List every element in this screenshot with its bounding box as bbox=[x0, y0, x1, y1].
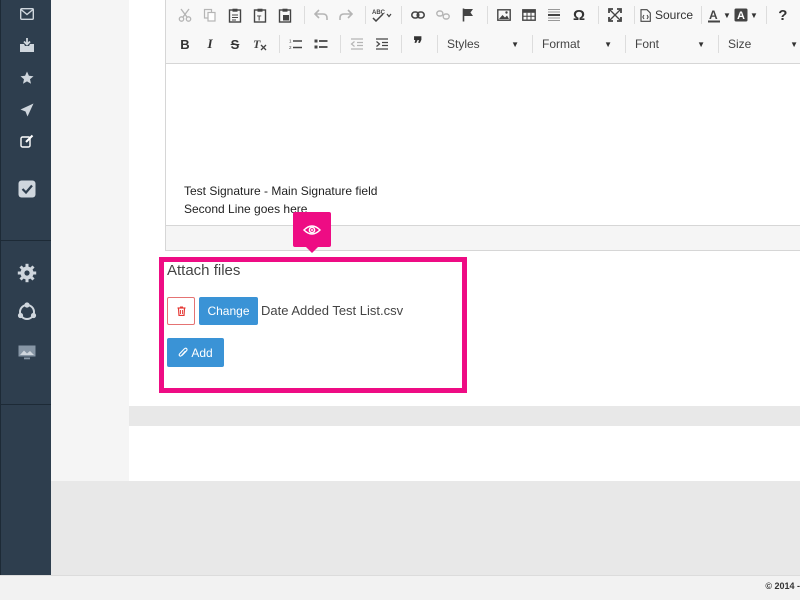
svg-text:1: 1 bbox=[289, 39, 292, 44]
copyright-text: © 2014 - bbox=[765, 581, 800, 591]
horizontal-line-icon[interactable] bbox=[543, 4, 565, 26]
image-icon[interactable] bbox=[493, 4, 515, 26]
chevron-down-icon: ▼ bbox=[511, 39, 519, 49]
chevron-down-icon: ▼ bbox=[723, 10, 731, 20]
paste-word-icon[interactable] bbox=[274, 4, 296, 26]
svg-text:ABC: ABC bbox=[372, 10, 386, 16]
toolbar-separator bbox=[625, 35, 626, 53]
anchor-flag-icon[interactable] bbox=[457, 4, 479, 26]
page-footer bbox=[0, 575, 800, 600]
chevron-down-icon: ▼ bbox=[790, 39, 798, 49]
bulleted-list-icon[interactable] bbox=[310, 33, 332, 55]
toolbar-row-2: B I S T 12 ❞ Styles ▼ Format ▼ Font ▼ Si… bbox=[174, 31, 800, 57]
chevron-down-icon: ▼ bbox=[749, 10, 758, 20]
text-color-button[interactable]: A ▼ bbox=[707, 4, 731, 26]
size-label: Size bbox=[728, 37, 752, 51]
rich-text-editor: T ABC Ω Source A ▼ A ▼ ? B I S T 1 2 ❞ S… bbox=[165, 0, 800, 251]
toolbar-separator bbox=[765, 6, 767, 24]
signature-line-2: Second Line goes here bbox=[184, 202, 308, 216]
undo-icon[interactable] bbox=[310, 4, 332, 26]
copy-icon[interactable] bbox=[199, 4, 221, 26]
toolbar-separator bbox=[487, 6, 488, 24]
strikethrough-button[interactable]: S bbox=[224, 33, 246, 55]
maximize-icon[interactable] bbox=[604, 4, 626, 26]
source-icon bbox=[640, 8, 651, 22]
italic-button[interactable]: I bbox=[199, 33, 221, 55]
remove-format-icon[interactable]: T bbox=[249, 33, 271, 55]
section-separator bbox=[129, 406, 800, 426]
paper-plane-icon[interactable] bbox=[1, 100, 52, 120]
signature-line-1: Test Signature - Main Signature field bbox=[184, 184, 378, 198]
content-gutter bbox=[51, 0, 129, 481]
text-color-icon: A bbox=[708, 8, 721, 22]
envelope-icon[interactable] bbox=[1, 4, 52, 24]
redo-icon[interactable] bbox=[335, 4, 357, 26]
format-dropdown[interactable]: Format ▼ bbox=[538, 33, 616, 55]
star-icon[interactable] bbox=[1, 68, 52, 88]
sidebar-divider bbox=[1, 404, 52, 405]
svg-text:T: T bbox=[257, 15, 262, 22]
editor-resize-bar[interactable] bbox=[166, 225, 800, 251]
svg-text:A: A bbox=[709, 8, 718, 22]
bg-color-button[interactable]: A ▼ bbox=[734, 4, 758, 26]
bg-color-icon: A bbox=[734, 8, 748, 22]
chevron-down-icon: ▼ bbox=[604, 39, 612, 49]
toolbar-separator bbox=[401, 6, 402, 24]
toolbar-separator bbox=[437, 35, 438, 53]
toolbar-separator bbox=[304, 6, 305, 24]
svg-text:A: A bbox=[737, 10, 745, 22]
image-monitor-icon[interactable] bbox=[1, 342, 52, 362]
toolbar-separator bbox=[532, 35, 533, 53]
nodes-icon[interactable] bbox=[1, 300, 52, 324]
editor-toolbar: T ABC Ω Source A ▼ A ▼ ? B I S T 1 2 ❞ S… bbox=[166, 0, 800, 64]
paste-text-icon[interactable]: T bbox=[249, 4, 271, 26]
edit-icon[interactable] bbox=[1, 131, 52, 151]
signature-text: Test Signature - Main Signature field Se… bbox=[184, 182, 377, 218]
toolbar-separator bbox=[701, 6, 703, 24]
format-label: Format bbox=[542, 37, 581, 51]
gear-icon[interactable] bbox=[1, 261, 52, 285]
bold-button[interactable]: B bbox=[174, 33, 196, 55]
unlink-icon[interactable] bbox=[432, 4, 454, 26]
font-label: Font bbox=[635, 37, 660, 51]
sidebar-divider bbox=[1, 240, 52, 241]
special-char-icon[interactable]: Ω bbox=[568, 4, 590, 26]
editor-content-area[interactable]: Test Signature - Main Signature field Se… bbox=[166, 64, 800, 225]
source-label: Source bbox=[655, 8, 694, 22]
source-button[interactable]: Source bbox=[640, 4, 693, 26]
toolbar-separator bbox=[598, 6, 599, 24]
styles-dropdown[interactable]: Styles ▼ bbox=[443, 33, 523, 55]
styles-label: Styles bbox=[447, 37, 480, 51]
toolbar-separator bbox=[279, 35, 280, 53]
toolbar-row-1: T ABC Ω Source A ▼ A ▼ ? bbox=[174, 2, 797, 28]
indent-icon[interactable] bbox=[371, 33, 393, 55]
toolbar-separator bbox=[401, 35, 402, 53]
chevron-down-icon: ▼ bbox=[697, 39, 705, 49]
cut-icon[interactable] bbox=[174, 4, 196, 26]
link-icon[interactable] bbox=[407, 4, 429, 26]
svg-text:T: T bbox=[253, 37, 261, 51]
highlight-box bbox=[159, 257, 467, 393]
sidebar bbox=[0, 0, 52, 575]
toolbar-separator bbox=[634, 6, 635, 24]
table-icon[interactable] bbox=[518, 4, 540, 26]
size-dropdown[interactable]: Size ▼ bbox=[724, 33, 800, 55]
spellcheck-icon[interactable]: ABC bbox=[371, 4, 393, 26]
help-button[interactable]: ? bbox=[772, 4, 794, 26]
check-square-icon[interactable] bbox=[1, 177, 52, 201]
toolbar-separator bbox=[718, 35, 719, 53]
outdent-icon[interactable] bbox=[346, 33, 368, 55]
toolbar-separator bbox=[340, 35, 341, 53]
inbox-download-icon[interactable] bbox=[1, 34, 52, 56]
blockquote-button[interactable]: ❞ bbox=[407, 33, 429, 55]
highlight-tag bbox=[293, 212, 331, 253]
font-dropdown[interactable]: Font ▼ bbox=[631, 33, 709, 55]
svg-text:2: 2 bbox=[289, 45, 292, 50]
paste-icon[interactable] bbox=[224, 4, 246, 26]
toolbar-separator bbox=[365, 6, 366, 24]
eye-icon bbox=[303, 224, 321, 235]
numbered-list-icon[interactable]: 12 bbox=[285, 33, 307, 55]
